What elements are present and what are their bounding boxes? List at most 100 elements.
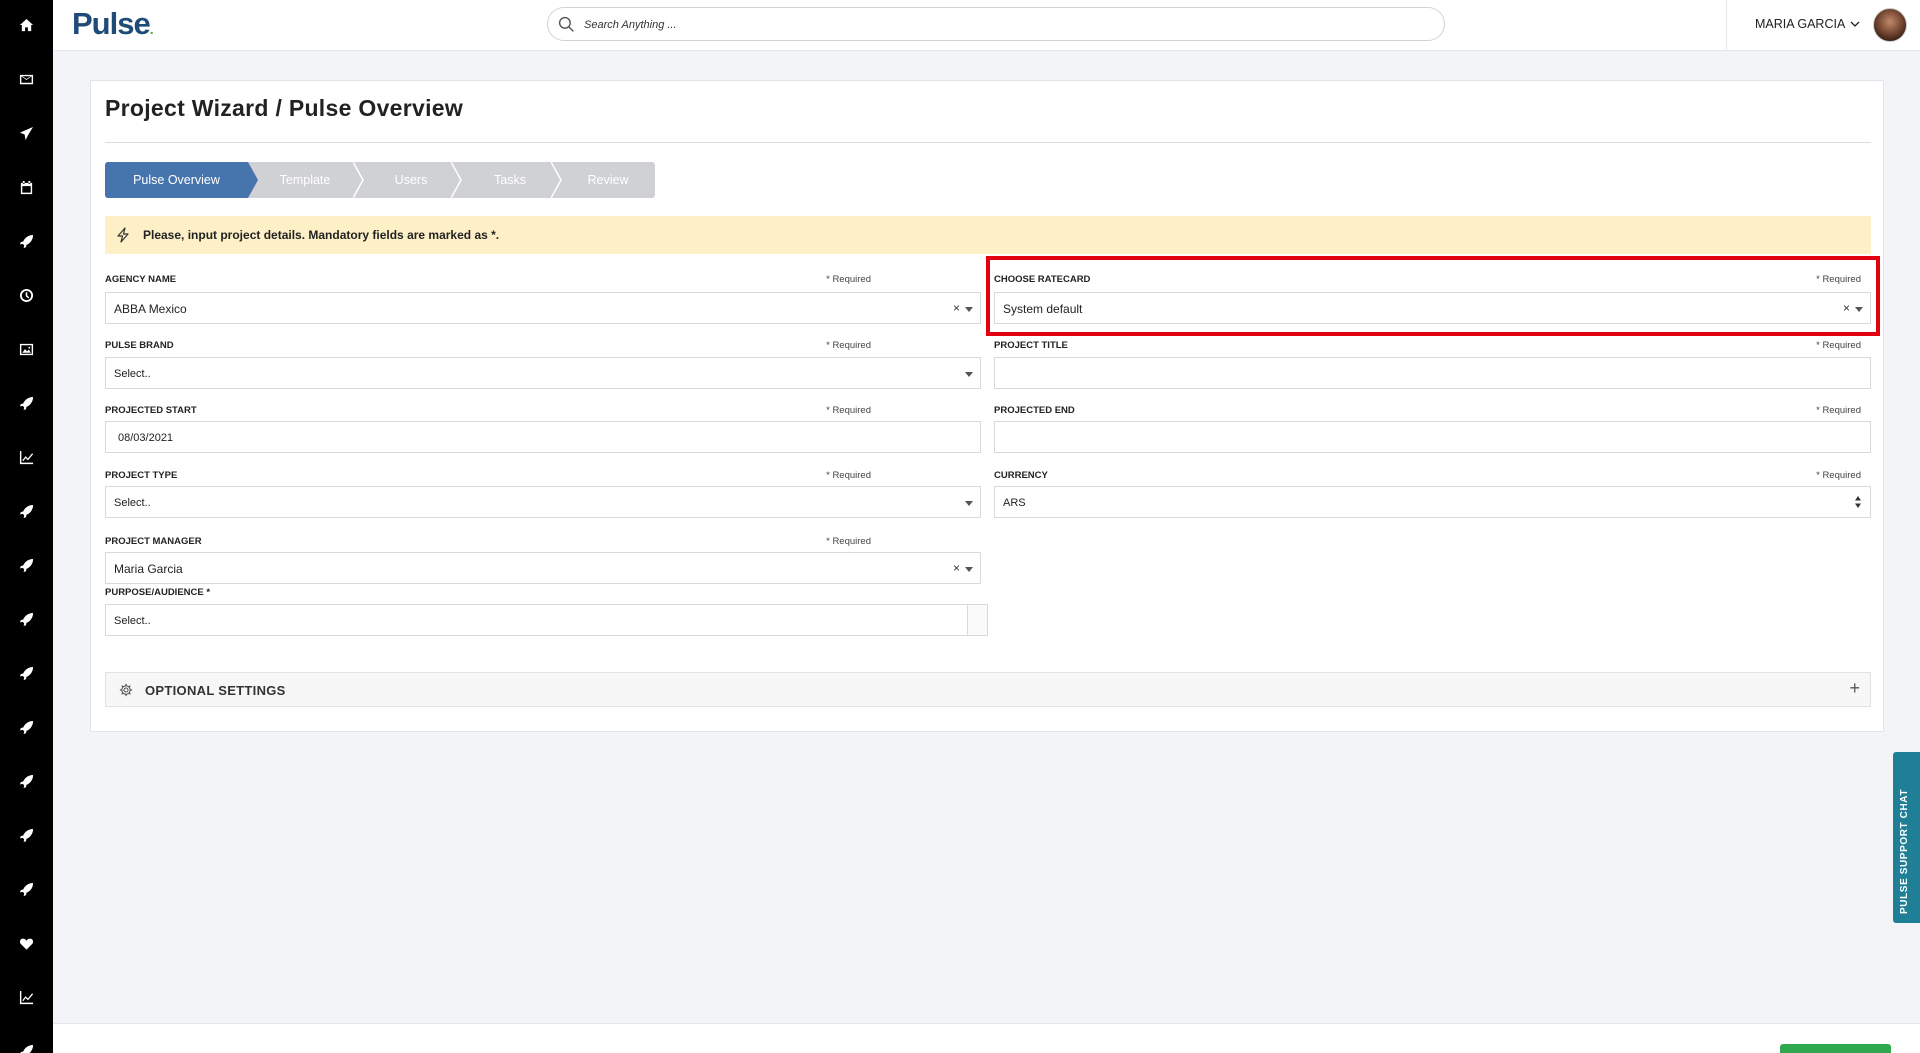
project-type-select[interactable]: Select.. [105,486,981,518]
sidebar-item-image[interactable] [0,329,53,369]
search-input[interactable] [584,15,1424,35]
image-icon [19,343,34,355]
sidebar-item-rocket-10[interactable] [0,869,53,909]
rocket-icon [19,612,34,626]
sidebar-item-reports[interactable] [0,977,53,1017]
caret-down-icon [965,501,973,506]
rocket-icon [19,666,34,680]
ratecard-highlight-box [986,256,1880,336]
project-manager-select[interactable]: Maria Garcia × [105,552,981,584]
clear-icon[interactable]: × [953,301,960,315]
required-note: * Required [1816,340,1861,351]
bolt-icon [117,227,129,243]
sidebar-item-analytics[interactable] [0,437,53,477]
caret-down-icon [965,307,973,312]
step-users[interactable]: Users [365,162,457,198]
caret-down-icon [965,567,973,572]
caret-down-icon [965,372,973,377]
sidebar-item-favorites[interactable] [0,923,53,963]
projected-end-input[interactable] [994,421,1871,453]
purpose-audience-select[interactable]: Select.. [105,604,988,636]
sidebar-item-rocket-4[interactable] [0,545,53,585]
project-type-placeholder: Select.. [114,497,151,509]
heart-icon [19,938,34,950]
send-icon [19,126,34,140]
pulse-logo[interactable]: Pulse. [72,6,154,42]
purpose-audience-placeholder: Select.. [114,615,151,627]
page-title: Project Wizard / Pulse Overview [105,95,464,121]
currency-select[interactable]: ARS [994,486,1871,518]
step-tasks[interactable]: Tasks [461,162,559,198]
rocket-icon [19,234,34,248]
sidebar-item-home[interactable] [0,5,53,45]
next-button[interactable] [1780,1044,1891,1053]
topbar-divider [1726,0,1727,50]
agency-name-select[interactable]: ABBA Mexico × [105,292,981,324]
wizard-steps: Pulse Overview Template Users Tasks Revi… [105,162,655,198]
required-note: * Required [826,274,871,285]
step-review[interactable]: Review [561,162,655,198]
sidebar-item-rocket-5[interactable] [0,599,53,639]
rocket-icon [19,828,34,842]
projected-start-input[interactable]: 08/03/2021 [105,421,981,453]
chart-line-icon [19,450,34,464]
sidebar-item-rocket-6[interactable] [0,653,53,693]
optional-settings-panel[interactable]: OPTIONAL SETTINGS + [105,672,1871,707]
sidebar-item-rocket-7[interactable] [0,707,53,747]
mail-icon [19,74,34,84]
footer-bar [53,1023,1920,1053]
projected-end-label: PROJECTED END [994,405,1075,416]
avatar[interactable] [1873,8,1907,42]
purpose-audience-label: PURPOSE/AUDIENCE * [105,587,211,598]
rocket-icon [19,774,34,788]
required-note: * Required [1816,405,1861,416]
pulse-brand-placeholder: Select.. [114,368,151,380]
rocket-icon [19,720,34,734]
sidebar-item-send[interactable] [0,113,53,153]
optional-settings-title: OPTIONAL SETTINGS [145,683,286,698]
projected-start-value: 08/03/2021 [118,432,174,444]
sidebar-item-rocket-2[interactable] [0,383,53,423]
rocket-icon [19,558,34,572]
project-title-input[interactable] [994,357,1871,389]
pulse-brand-select[interactable]: Select.. [105,357,981,389]
sidebar-item-rocket-3[interactable] [0,491,53,531]
project-manager-label: PROJECT MANAGER [105,536,202,547]
home-icon [19,18,34,31]
dropdown-toggle[interactable] [967,605,987,635]
pulse-brand-label: PULSE BRAND [105,340,174,351]
currency-label: CURRENCY [994,470,1048,481]
search-icon [558,16,574,32]
support-chat-label: PULSE SUPPORT CHAT [1899,788,1910,914]
rocket-icon [19,882,34,896]
required-note: * Required [826,470,871,481]
expand-icon[interactable]: + [1849,678,1860,699]
alert-text: Please, input project details. Mandatory… [143,228,500,242]
currency-value: ARS [1003,497,1026,509]
rocket-icon [19,396,34,410]
support-chat-tab[interactable]: PULSE SUPPORT CHAT [1893,752,1920,923]
user-menu[interactable]: MARIA GARCIA [1755,17,1860,31]
required-note: * Required [1816,470,1861,481]
step-template[interactable]: Template [255,162,355,198]
rocket-icon [20,1044,34,1053]
chart-line-icon [19,990,34,1004]
sidebar [0,0,53,1053]
sidebar-item-mail[interactable] [0,59,53,99]
sidebar-item-rocket-8[interactable] [0,761,53,801]
clock-icon [19,288,34,302]
sidebar-item-calendar[interactable] [0,167,53,207]
required-note: * Required [826,536,871,547]
step-pulse-overview[interactable]: Pulse Overview [105,162,248,198]
sidebar-item-rocket-1[interactable] [0,221,53,261]
title-divider [105,142,1871,143]
project-title-label: PROJECT TITLE [994,340,1068,351]
sidebar-item-rocket-11[interactable] [0,1031,53,1053]
sidebar-item-clock[interactable] [0,275,53,315]
user-name: MARIA GARCIA [1755,17,1846,31]
agency-name-value: ABBA Mexico [114,302,187,316]
clear-icon[interactable]: × [953,561,960,575]
sidebar-item-rocket-9[interactable] [0,815,53,855]
logo-dot: . [149,21,154,37]
project-manager-value: Maria Garcia [114,562,183,576]
